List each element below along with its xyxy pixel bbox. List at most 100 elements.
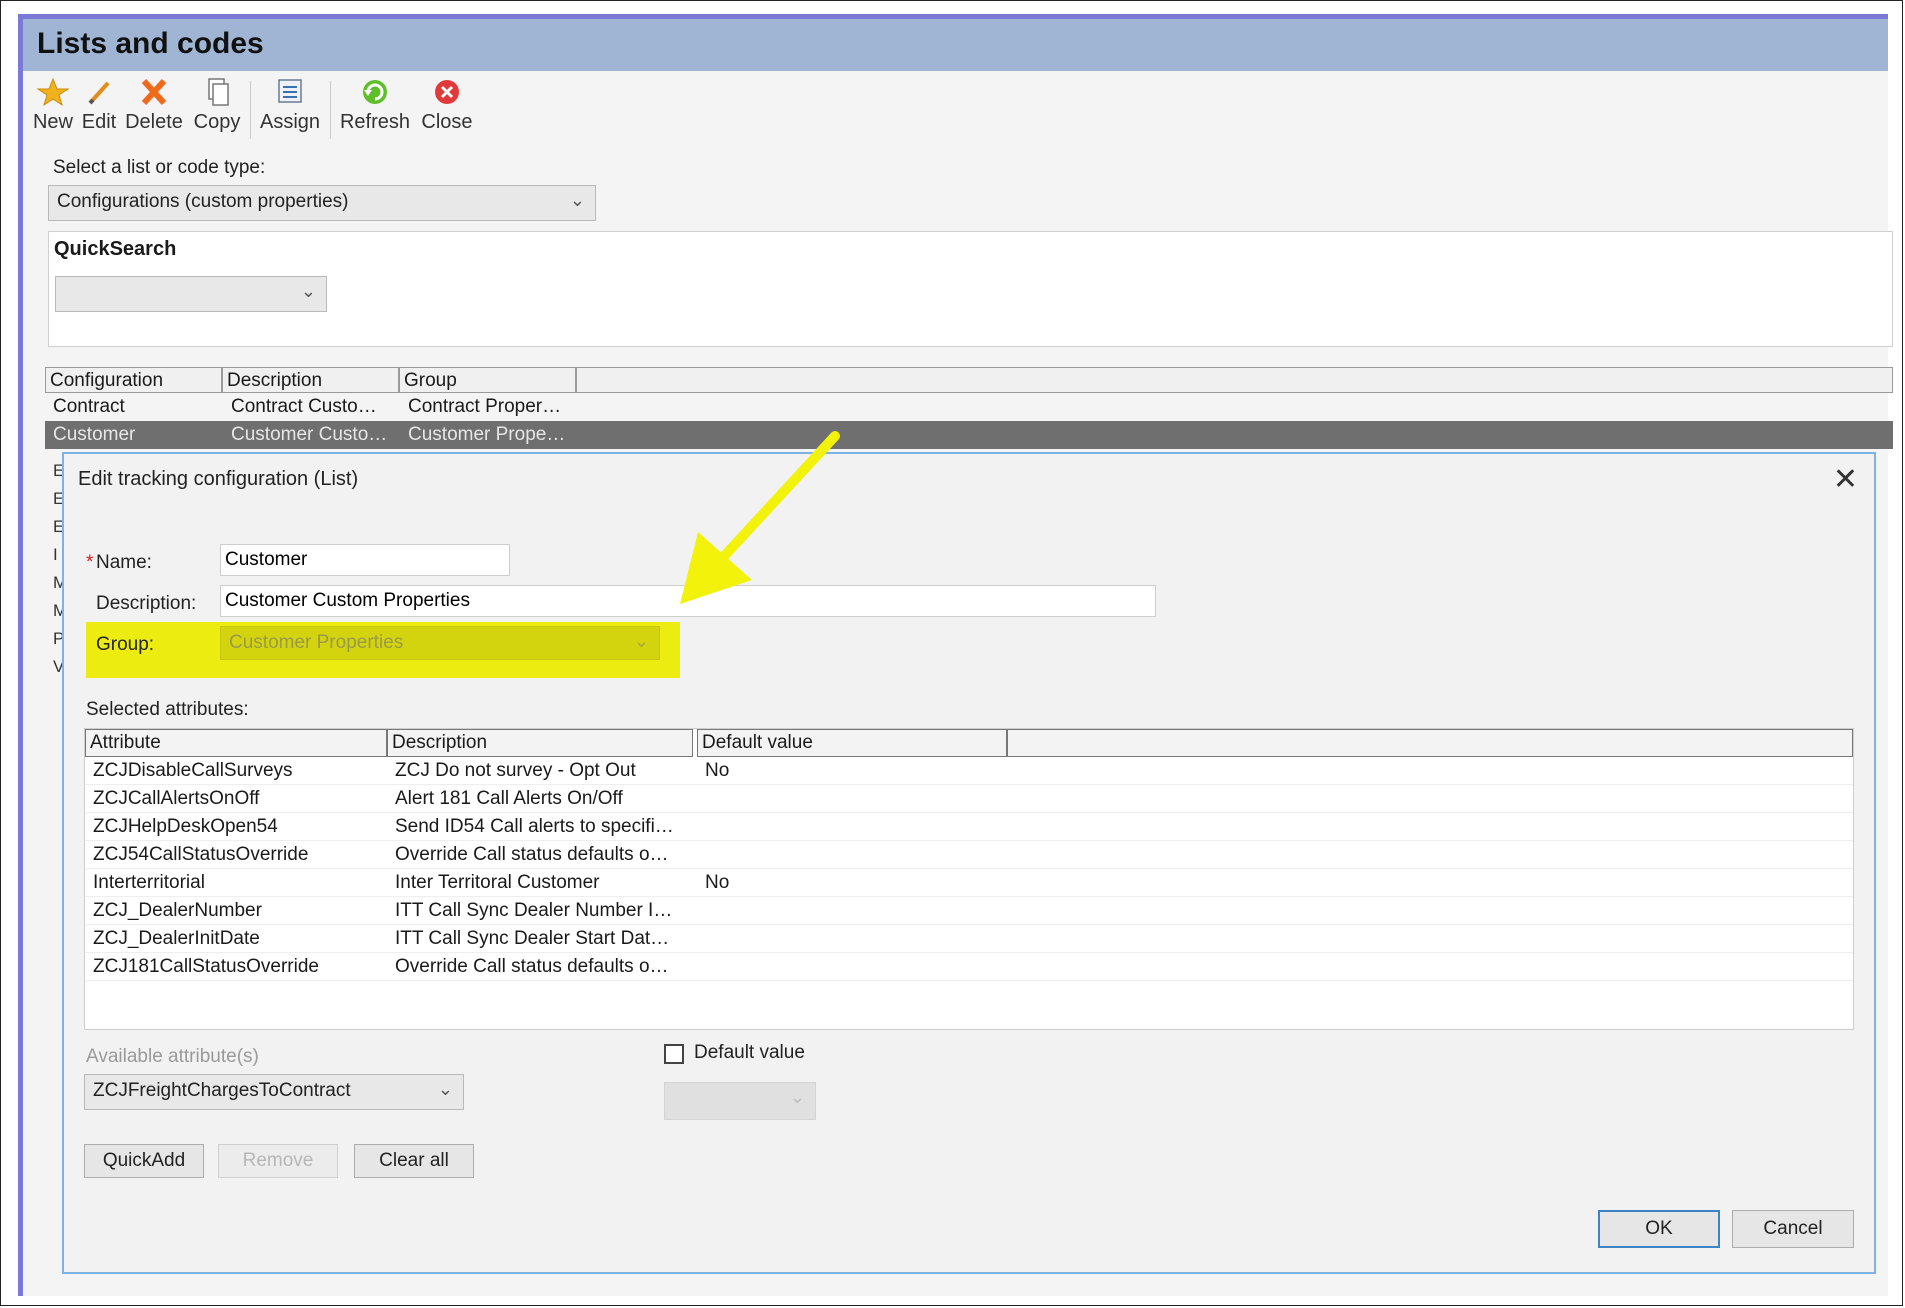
refresh-label: Refresh [339, 111, 411, 133]
list-type-dropdown[interactable]: Configurations (custom properties) ⌄ [48, 185, 596, 221]
quicksearch-title: QuickSearch [54, 238, 177, 260]
cell-description: Alert 181 Call Alerts On/Off [395, 788, 623, 809]
column-header-default-value[interactable]: Default value [697, 729, 1007, 757]
close-label: Close [421, 111, 473, 133]
cell-description: ITT Call Sync Dealer Number I… [395, 900, 673, 921]
default-value-label: Default value [694, 1042, 805, 1063]
column-header-description[interactable]: Description [222, 367, 399, 393]
cancel-button[interactable]: Cancel [1732, 1210, 1854, 1248]
chevron-down-icon: ⌄ [300, 281, 316, 301]
group-label: Group: [96, 634, 155, 655]
cell-attribute: ZCJDisableCallSurveys [93, 760, 293, 781]
table-row[interactable]: ZCJ_DealerInitDate ITT Call Sync Dealer … [85, 925, 1853, 953]
close-button[interactable]: Close [417, 77, 477, 134]
cell-attribute: ZCJ181CallStatusOverride [93, 956, 319, 977]
toolbar-separator [250, 81, 251, 139]
cell-description: Override Call status defaults o… [395, 844, 669, 865]
delete-label: Delete [125, 111, 183, 133]
cell-description: Contract Custo… [231, 396, 377, 417]
cell-description: ZCJ Do not survey - Opt Out [395, 760, 636, 781]
chevron-down-icon: ⌄ [789, 1087, 805, 1107]
quicksearch-dropdown[interactable]: ⌄ [55, 276, 327, 312]
chevron-down-icon: ⌄ [437, 1079, 453, 1099]
selected-attributes-grid: Attribute Description Default value ZCJD… [84, 728, 1854, 1030]
column-header-configuration[interactable]: Configuration [45, 367, 222, 393]
refresh-button[interactable]: Refresh [337, 77, 413, 134]
name-field[interactable] [220, 544, 510, 576]
delete-button[interactable]: Delete [123, 77, 185, 134]
remove-button[interactable]: Remove [218, 1144, 338, 1178]
assign-icon [278, 79, 302, 103]
chevron-down-icon: ⌄ [569, 190, 585, 210]
description-label: Description: [96, 593, 197, 614]
delete-x-icon [141, 78, 167, 106]
required-mark: * [86, 552, 94, 573]
quickadd-button[interactable]: QuickAdd [84, 1144, 204, 1178]
pencil-icon [88, 81, 110, 105]
toolbar: New Edit Delete Copy Assign Refresh Clos… [23, 71, 1888, 151]
cell-attribute: ZCJ54CallStatusOverride [93, 844, 309, 865]
cell-description: Send ID54 Call alerts to specifi… [395, 816, 674, 837]
yellow-arrow-annotation [680, 431, 840, 604]
cell-description: ITT Call Sync Dealer Start Dat… [395, 928, 670, 949]
column-header-attribute[interactable]: Attribute [85, 729, 387, 757]
table-row[interactable]: ZCJ181CallStatusOverride Override Call s… [85, 953, 1853, 981]
edit-label: Edit [81, 111, 117, 133]
selected-attributes-label: Selected attributes: [86, 699, 249, 720]
column-header-filler [576, 367, 1893, 393]
column-header-group[interactable]: Group [399, 367, 576, 393]
quicksearch-panel: QuickSearch ⌄ [48, 231, 1893, 347]
window-title: Lists and codes [37, 27, 264, 60]
cell-group: Contract Proper… [408, 396, 562, 417]
assign-button[interactable]: Assign [257, 77, 323, 134]
table-row[interactable]: ZCJHelpDeskOpen54 Send ID54 Call alerts … [85, 813, 1853, 841]
ok-button[interactable]: OK [1598, 1210, 1720, 1248]
column-header-description[interactable]: Description [387, 729, 693, 757]
refresh-icon [363, 80, 387, 104]
new-button[interactable]: New [31, 77, 75, 134]
title-bar: Lists and codes [23, 19, 1888, 71]
group-dropdown[interactable]: Customer Properties ⌄ [220, 626, 660, 660]
default-value-dropdown[interactable]: ⌄ [664, 1082, 816, 1120]
available-attributes-label: Available attribute(s) [86, 1046, 259, 1067]
close-icon[interactable]: ✕ [1833, 462, 1858, 497]
group-value: Customer Properties [229, 632, 404, 653]
assign-label: Assign [259, 111, 321, 133]
column-header-filler [1007, 729, 1853, 757]
cell-description: Override Call status defaults o… [395, 956, 669, 977]
table-row[interactable]: ZCJ54CallStatusOverride Override Call st… [85, 841, 1853, 869]
cell-description: Customer Custo… [231, 424, 388, 445]
edit-button[interactable]: Edit [79, 77, 119, 134]
copy-label: Copy [193, 111, 241, 133]
table-row-selected[interactable]: Customer Customer Custo… Customer Prope… [45, 421, 1893, 449]
name-label: Name: [96, 552, 152, 573]
cell-attribute: Interterritorial [93, 872, 205, 893]
copy-icon [208, 78, 229, 106]
table-row[interactable]: Interterritorial Inter Territoral Custom… [85, 869, 1853, 897]
cell-group: Customer Prope… [408, 424, 566, 445]
cell-attribute: ZCJ_DealerInitDate [93, 928, 260, 949]
copy-button[interactable]: Copy [191, 77, 243, 134]
cell-attribute: ZCJCallAlertsOnOff [93, 788, 260, 809]
cell-default: No [705, 760, 730, 781]
cell-configuration: Contract [53, 396, 125, 417]
table-row[interactable]: ZCJCallAlertsOnOff Alert 181 Call Alerts… [85, 785, 1853, 813]
cell-description: Inter Territoral Customer [395, 872, 600, 893]
table-row[interactable]: Contract Contract Custo… Contract Proper… [45, 393, 1893, 421]
cell-default: No [705, 872, 730, 893]
star-icon [36, 77, 70, 107]
chevron-down-icon: ⌄ [633, 631, 649, 651]
available-attributes-dropdown[interactable]: ZCJFreightChargesToContract ⌄ [84, 1074, 464, 1110]
cell-configuration: Customer [53, 424, 136, 445]
clear-all-button[interactable]: Clear all [354, 1144, 474, 1178]
type-select-label: Select a list or code type: [53, 157, 266, 178]
list-type-value: Configurations (custom properties) [57, 191, 349, 212]
cell-attribute: ZCJHelpDeskOpen54 [93, 816, 278, 837]
table-row[interactable]: ZCJ_DealerNumber ITT Call Sync Dealer Nu… [85, 897, 1853, 925]
table-row[interactable]: ZCJDisableCallSurveys ZCJ Do not survey … [85, 757, 1853, 785]
close-circle-icon [435, 80, 459, 104]
dialog-title: Edit tracking configuration (List) [78, 468, 359, 490]
toolbar-separator [330, 81, 331, 139]
default-value-checkbox[interactable] [664, 1044, 684, 1064]
cell-attribute: ZCJ_DealerNumber [93, 900, 262, 921]
